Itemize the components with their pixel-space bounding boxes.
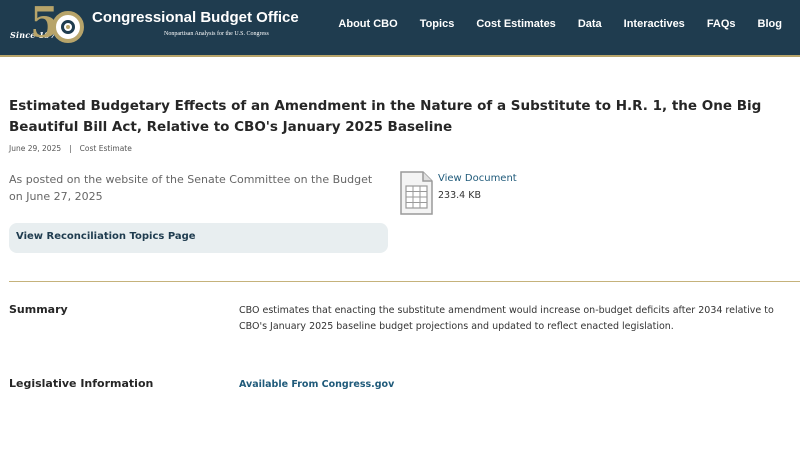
congress-gov-link[interactable]: Available From Congress.gov xyxy=(239,379,394,390)
view-reconciliation-link[interactable]: View Reconciliation Topics Page xyxy=(16,231,196,242)
view-document-link[interactable]: View Document xyxy=(438,173,517,184)
brand-name: Congressional Budget Office xyxy=(92,9,299,26)
article-header: Estimated Budgetary Effects of an Amendm… xyxy=(9,96,791,153)
nav-blog[interactable]: Blog xyxy=(758,18,782,30)
meta-separator: | xyxy=(69,144,72,153)
reconciliation-box: View Reconciliation Topics Page xyxy=(9,223,388,253)
section-divider xyxy=(9,281,800,282)
posted-note: As posted on the website of the Senate C… xyxy=(9,173,373,203)
legislative-info-value: Available From Congress.gov xyxy=(239,377,789,393)
document-size: 233.4 KB xyxy=(438,190,481,201)
nav-cost-estimates[interactable]: Cost Estimates xyxy=(476,18,555,30)
article-meta: June 29, 2025 | Cost Estimate xyxy=(9,144,791,153)
nav-topics[interactable]: Topics xyxy=(420,18,455,30)
main-nav: About CBO Topics Cost Estimates Data Int… xyxy=(338,18,782,30)
nav-faqs[interactable]: FAQs xyxy=(707,18,736,30)
nav-about-cbo[interactable]: About CBO xyxy=(338,18,397,30)
legislative-info-label: Legislative Information xyxy=(9,377,154,390)
spreadsheet-icon[interactable] xyxy=(399,171,433,215)
nav-interactives[interactable]: Interactives xyxy=(624,18,685,30)
logo-ring-icon xyxy=(52,11,84,43)
summary-label: Summary xyxy=(9,303,68,316)
page-title: Estimated Budgetary Effects of an Amendm… xyxy=(9,98,762,135)
publish-date: June 29, 2025 xyxy=(9,144,62,153)
brand-tagline: Nonpartisan Analysis for the U.S. Congre… xyxy=(164,31,269,37)
nav-data[interactable]: Data xyxy=(578,18,602,30)
site-header: Since 1975 5 Congressional Budget Office… xyxy=(0,0,800,57)
summary-text: CBO estimates that enacting the substitu… xyxy=(239,305,774,332)
cbo-logo[interactable]: Since 1975 5 Congressional Budget Office… xyxy=(8,2,308,52)
content-type: Cost Estimate xyxy=(79,144,132,153)
